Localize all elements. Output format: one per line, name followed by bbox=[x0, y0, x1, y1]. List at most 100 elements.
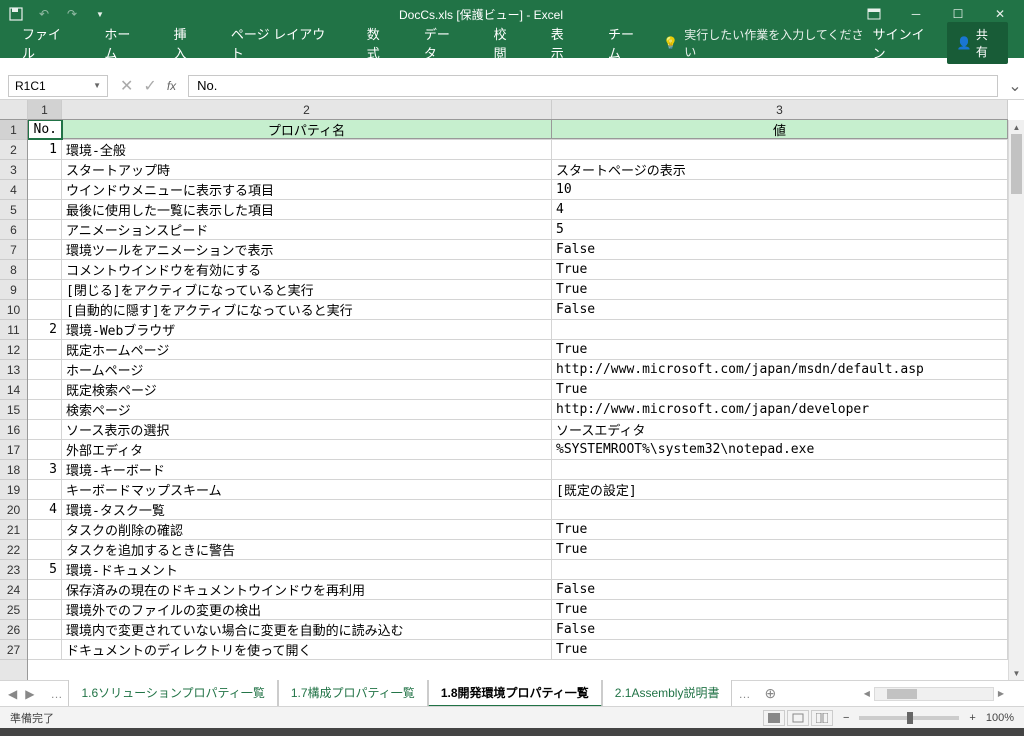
name-box[interactable]: R1C1 ▼ bbox=[8, 75, 108, 97]
page-layout-view-icon[interactable] bbox=[787, 710, 809, 726]
row-header[interactable]: 8 bbox=[0, 260, 27, 280]
cell-no[interactable] bbox=[28, 620, 62, 639]
cell-no[interactable] bbox=[28, 640, 62, 659]
cell-value[interactable]: True bbox=[552, 640, 1008, 659]
qat-dropdown-icon[interactable]: ▼ bbox=[92, 6, 108, 22]
cell-no[interactable] bbox=[28, 220, 62, 239]
cell-value[interactable]: True bbox=[552, 340, 1008, 359]
row-header[interactable]: 10 bbox=[0, 300, 27, 320]
cell-no[interactable]: 1 bbox=[28, 140, 62, 159]
cell-no[interactable] bbox=[28, 200, 62, 219]
cell-value[interactable]: 5 bbox=[552, 220, 1008, 239]
sheet-tab[interactable]: 1.7構成プロパティ一覧 bbox=[278, 680, 428, 707]
add-sheet-icon[interactable]: ⊕ bbox=[756, 685, 784, 702]
horizontal-scrollbar[interactable] bbox=[874, 687, 994, 701]
cell-value[interactable]: http://www.microsoft.com/japan/msdn/defa… bbox=[552, 360, 1008, 379]
row-header[interactable]: 1 bbox=[0, 120, 27, 140]
hscroll-right-icon[interactable]: ▶ bbox=[994, 689, 1008, 698]
row-header[interactable]: 12 bbox=[0, 340, 27, 360]
tell-me-search[interactable]: 💡 実行したい作業を入力してください bbox=[663, 26, 868, 60]
cell-name[interactable]: 環境内で変更されていない場合に変更を自動的に読み込む bbox=[62, 620, 552, 639]
row-header[interactable]: 24 bbox=[0, 580, 27, 600]
select-all-corner[interactable] bbox=[0, 100, 28, 120]
cell-name[interactable]: コメントウインドウを有効にする bbox=[62, 260, 552, 279]
cell-value[interactable]: [既定の設定] bbox=[552, 480, 1008, 499]
cancel-icon[interactable]: ✕ bbox=[120, 76, 133, 96]
cell-value[interactable]: ソースエディタ bbox=[552, 420, 1008, 439]
row-header[interactable]: 2 bbox=[0, 140, 27, 160]
cell-name[interactable]: [自動的に隠す]をアクティブになっていると実行 bbox=[62, 300, 552, 319]
maximize-icon[interactable]: ☐ bbox=[938, 0, 978, 28]
row-header[interactable]: 9 bbox=[0, 280, 27, 300]
cell-name[interactable]: 環境-全般 bbox=[62, 140, 552, 159]
cell-no[interactable]: 3 bbox=[28, 460, 62, 479]
cell-name[interactable]: [閉じる]をアクティブになっていると実行 bbox=[62, 280, 552, 299]
cell-name[interactable]: アニメーションスピード bbox=[62, 220, 552, 239]
row-header[interactable]: 11 bbox=[0, 320, 27, 340]
row-header[interactable]: 4 bbox=[0, 180, 27, 200]
cell-name[interactable]: ホームページ bbox=[62, 360, 552, 379]
cell-value[interactable]: True bbox=[552, 540, 1008, 559]
cell-no[interactable]: 2 bbox=[28, 320, 62, 339]
cell-value[interactable]: スタートページの表示 bbox=[552, 160, 1008, 179]
minimize-icon[interactable]: ─ bbox=[896, 0, 936, 28]
cell-name[interactable]: スタートアップ時 bbox=[62, 160, 552, 179]
cell-value[interactable]: %SYSTEMROOT%\system32\notepad.exe bbox=[552, 440, 1008, 459]
row-header[interactable]: 23 bbox=[0, 560, 27, 580]
cell-no-header[interactable]: No. bbox=[28, 120, 62, 139]
scroll-thumb[interactable] bbox=[1011, 134, 1022, 194]
cell-no[interactable] bbox=[28, 240, 62, 259]
tab-formulas[interactable]: 数式 bbox=[353, 18, 406, 68]
tab-team[interactable]: チーム bbox=[594, 18, 659, 68]
cell-name[interactable]: 保存済みの現在のドキュメントウインドウを再利用 bbox=[62, 580, 552, 599]
cell-value-header[interactable]: 値 bbox=[552, 120, 1008, 139]
undo-icon[interactable]: ↶ bbox=[36, 6, 52, 22]
row-header[interactable]: 16 bbox=[0, 420, 27, 440]
cell-value[interactable]: False bbox=[552, 300, 1008, 319]
cell-name[interactable]: ウインドウメニューに表示する項目 bbox=[62, 180, 552, 199]
cell-name[interactable]: 環境外でのファイルの変更の検出 bbox=[62, 600, 552, 619]
cell-value[interactable]: False bbox=[552, 580, 1008, 599]
cell-no[interactable] bbox=[28, 440, 62, 459]
row-header[interactable]: 22 bbox=[0, 540, 27, 560]
col-header-1[interactable]: 1 bbox=[28, 100, 62, 119]
row-header[interactable]: 26 bbox=[0, 620, 27, 640]
tab-home[interactable]: ホーム bbox=[90, 18, 155, 68]
row-header[interactable]: 19 bbox=[0, 480, 27, 500]
tab-data[interactable]: データ bbox=[410, 18, 476, 68]
hscroll-left-icon[interactable]: ◀ bbox=[860, 689, 874, 698]
cell-name[interactable]: ソース表示の選択 bbox=[62, 420, 552, 439]
cell-no[interactable]: 5 bbox=[28, 560, 62, 579]
scroll-up-icon[interactable]: ▲ bbox=[1009, 120, 1024, 134]
cell-name-header[interactable]: プロパティ名 bbox=[62, 120, 552, 139]
cell-value[interactable] bbox=[552, 500, 1008, 519]
zoom-in-icon[interactable]: + bbox=[969, 712, 975, 724]
row-header[interactable]: 14 bbox=[0, 380, 27, 400]
cell-no[interactable] bbox=[28, 600, 62, 619]
cell-no[interactable] bbox=[28, 340, 62, 359]
sheet-overflow-left[interactable]: … bbox=[44, 687, 68, 701]
enter-icon[interactable]: ✓ bbox=[143, 76, 156, 96]
tab-file[interactable]: ファイル bbox=[8, 18, 86, 68]
cell-no[interactable] bbox=[28, 480, 62, 499]
sheet-nav-next-icon[interactable]: ▶ bbox=[25, 687, 34, 701]
cell-no[interactable] bbox=[28, 260, 62, 279]
cell-value[interactable] bbox=[552, 140, 1008, 159]
row-header[interactable]: 25 bbox=[0, 600, 27, 620]
cell-name[interactable]: 環境-ドキュメント bbox=[62, 560, 552, 579]
page-break-view-icon[interactable] bbox=[811, 710, 833, 726]
col-header-2[interactable]: 2 bbox=[62, 100, 552, 119]
cell-no[interactable] bbox=[28, 420, 62, 439]
tab-pagelayout[interactable]: ページ レイアウト bbox=[217, 18, 349, 68]
sheet-tab[interactable]: 1.8開発環境プロパティ一覧 bbox=[428, 680, 602, 707]
cell-value[interactable]: True bbox=[552, 380, 1008, 399]
cell-name[interactable]: 既定検索ページ bbox=[62, 380, 552, 399]
row-header[interactable]: 20 bbox=[0, 500, 27, 520]
share-button[interactable]: 👤共有 bbox=[947, 22, 1008, 64]
tab-review[interactable]: 校閲 bbox=[480, 18, 533, 68]
tab-insert[interactable]: 挿入 bbox=[160, 18, 213, 68]
cell-value[interactable]: 4 bbox=[552, 200, 1008, 219]
cell-no[interactable] bbox=[28, 300, 62, 319]
expand-formula-icon[interactable]: ⌄ bbox=[1006, 76, 1024, 96]
cell-name[interactable]: 最後に使用した一覧に表示した項目 bbox=[62, 200, 552, 219]
